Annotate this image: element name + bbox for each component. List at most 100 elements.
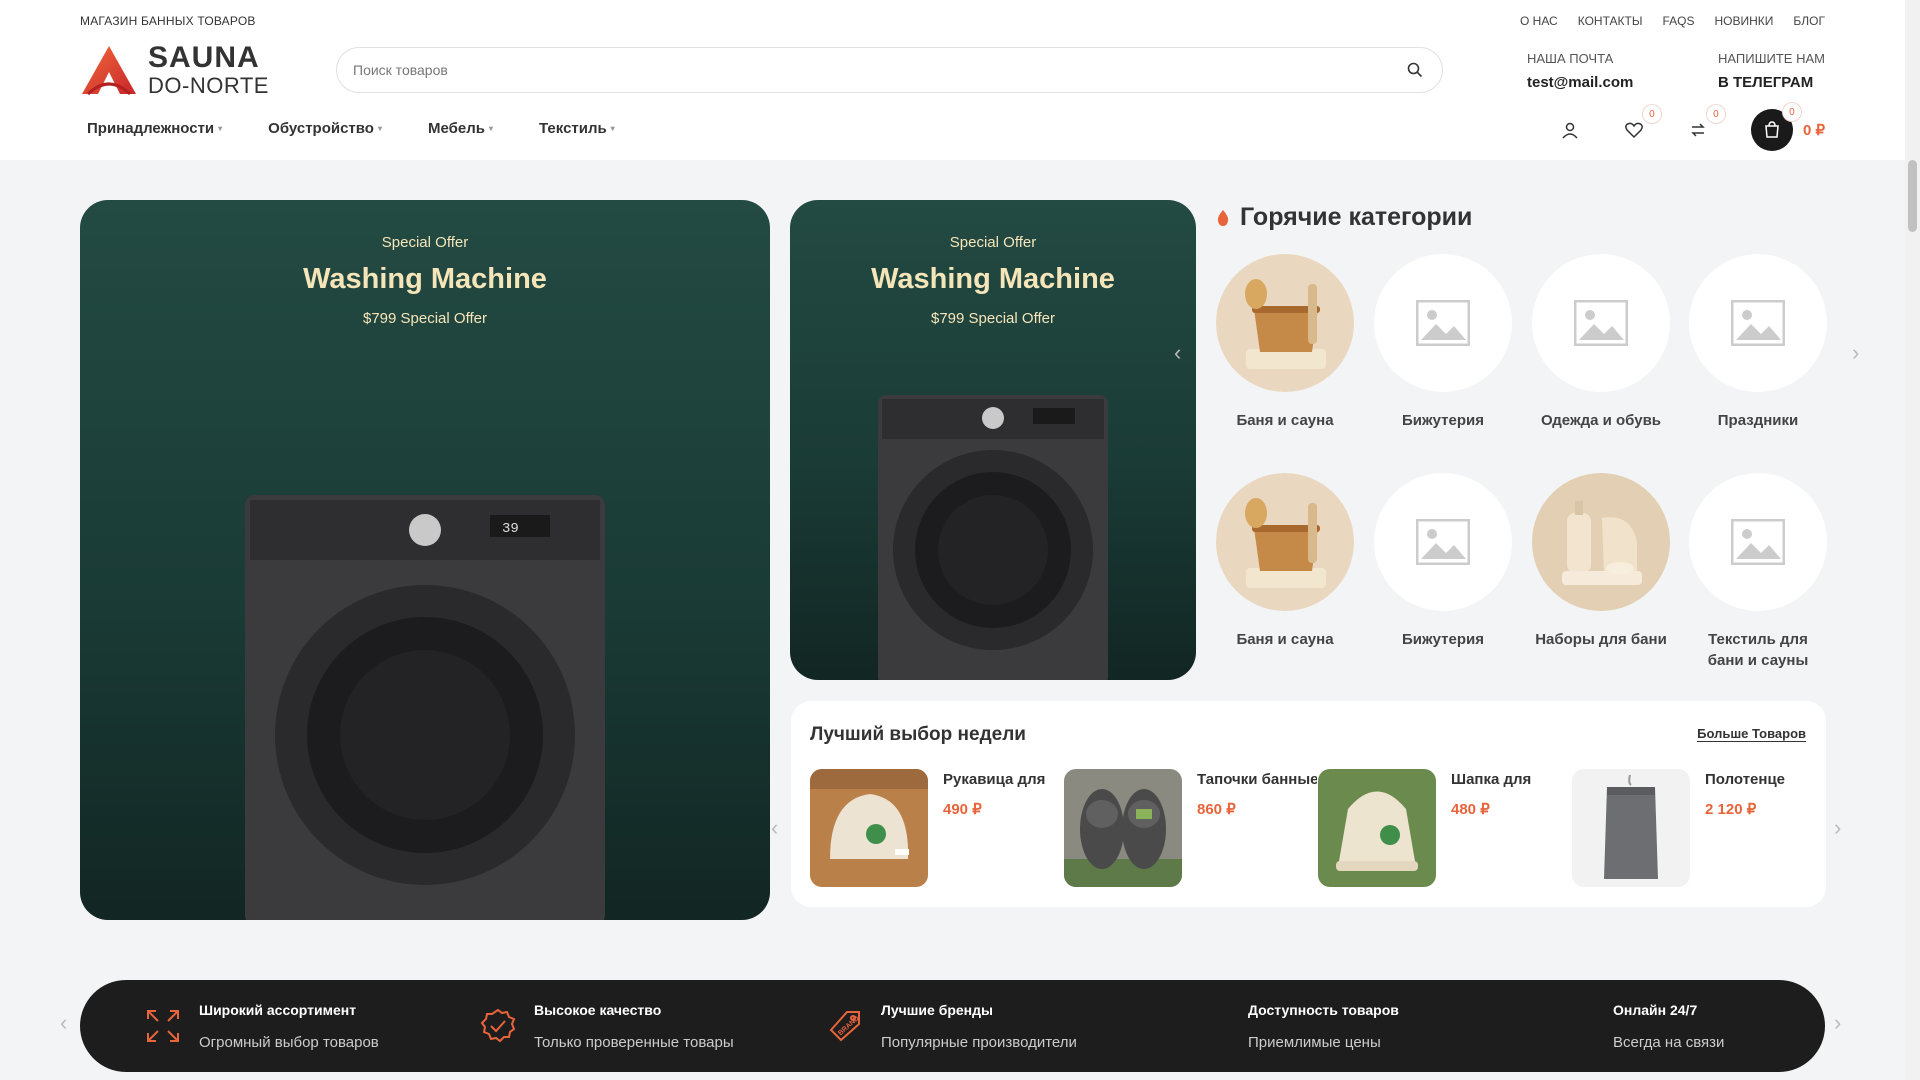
cart-total: 0 ₽ <box>1802 122 1825 139</box>
category-card[interactable]: Праздники <box>1689 254 1827 431</box>
contact-email-value[interactable]: test@mail.com <box>1527 74 1633 91</box>
category-label: Баня и сауна <box>1236 412 1334 429</box>
category-card[interactable]: Наборы для бани <box>1532 473 1670 650</box>
feature-title: Лучшие бренды <box>881 1002 993 1018</box>
category-card[interactable]: Бижутерия <box>1374 254 1512 431</box>
logo-text-donorte: DO-NORTE <box>148 73 269 98</box>
image-placeholder-icon <box>1374 473 1512 611</box>
contact-telegram-label: НАПИШИТЕ НАМ <box>1718 51 1825 66</box>
wishlist-icon[interactable]: 0 <box>1623 105 1661 141</box>
contact-telegram-value[interactable]: В ТЕЛЕГРАМ <box>1718 74 1825 91</box>
compare-icon[interactable]: 0 <box>1687 105 1725 141</box>
logo-icon <box>82 46 136 96</box>
top-link-new[interactable]: НОВИНКИ <box>1714 14 1773 28</box>
feature-desc: Огромный выбор товаров <box>199 1034 379 1051</box>
contact-telegram: НАПИШИТЕ НАМ В ТЕЛЕГРАМ <box>1718 51 1825 91</box>
site-logo[interactable]: SAUNA DO-NORTE <box>80 41 270 98</box>
main-nav: Принадлежности ▾ Обустройство ▾ Мебель ▾ Те… <box>87 120 615 137</box>
chevron-left-icon[interactable]: ‹ <box>60 1010 67 1036</box>
top-link-contacts[interactable]: КОНТАКТЫ <box>1578 14 1643 28</box>
user-icon[interactable] <box>1559 119 1581 141</box>
feature-title: Широкий ассортимент <box>199 1002 357 1018</box>
features-bar: Широкий ассортимент Огромный выбор товар… <box>80 980 1825 1072</box>
banner-subtitle: $799 Special Offer <box>931 310 1055 327</box>
category-image-bath-set <box>1532 473 1670 611</box>
product-card[interactable]: Тапочки банные 860 ₽ <box>1064 769 1317 887</box>
product-image-towel <box>1572 769 1690 887</box>
hot-categories-title: Горячие категории <box>1216 203 1472 232</box>
product-name[interactable]: Рукавица для <box>943 771 1063 788</box>
chevron-right-icon[interactable]: › <box>1834 1010 1841 1036</box>
washing-machine-image <box>878 395 1108 680</box>
chevron-left-icon[interactable]: ‹ <box>1174 340 1181 366</box>
search-input[interactable] <box>353 62 1404 78</box>
top-link-about[interactable]: О НАС <box>1520 14 1558 28</box>
store-tagline: МАГАЗИН БАННЫХ ТОВАРОВ <box>80 14 256 28</box>
nav-item-textile[interactable]: Текстиль ▾ <box>539 120 615 137</box>
category-label: Одежда и обувь <box>1540 412 1662 429</box>
category-card[interactable]: Бижутерия <box>1374 473 1512 650</box>
nav-item-equipment[interactable]: Обустройство ▾ <box>268 120 382 137</box>
logo-text-sauna: SAUNA <box>148 41 260 74</box>
top-link-blog[interactable]: БЛОГ <box>1793 14 1825 28</box>
feature-item: BRAND Лучшие бренды Популярные производи… <box>827 1002 1077 1051</box>
banner-subtitle: $799 Special Offer <box>363 310 487 327</box>
best-week-section: Лучший выбор недели Больше Товаров Рукав… <box>791 701 1826 907</box>
category-card[interactable]: Баня и сауна <box>1216 254 1354 431</box>
category-label: Наборы для бани <box>1535 631 1667 648</box>
banner-title: Washing Machine <box>871 263 1115 295</box>
category-label: Бижутерия <box>1402 631 1484 648</box>
product-image-sauna-hat <box>1318 769 1436 887</box>
product-name[interactable]: Шапка для <box>1451 771 1571 788</box>
chevron-right-icon[interactable]: › <box>1852 340 1859 366</box>
category-card[interactable]: Баня и сауна <box>1216 473 1354 650</box>
page-scrollbar[interactable] <box>1905 0 1920 1080</box>
feature-desc: Приемлимые цены <box>1248 1034 1381 1051</box>
category-card[interactable]: Текстиль для бани и сауны <box>1689 473 1827 671</box>
quality-badge-icon <box>480 1008 516 1043</box>
washing-machine-image: 39 <box>245 495 605 920</box>
banner-offer-label: Special Offer <box>381 234 469 251</box>
product-image-mitten <box>810 769 928 887</box>
feature-item: Доступность товаров Приемлимые цены <box>1248 1002 1399 1051</box>
chevron-down-icon: ▾ <box>377 124 382 133</box>
product-card[interactable]: Рукавица для 490 ₽ <box>810 769 1060 887</box>
product-image-slippers <box>1064 769 1182 887</box>
promo-banner-small[interactable]: Special Offer Washing Machine $799 Speci… <box>790 200 1196 680</box>
search-icon[interactable] <box>1404 59 1426 81</box>
product-name[interactable]: Тапочки банные <box>1197 771 1317 788</box>
scrollbar-thumb[interactable] <box>1908 160 1917 232</box>
top-link-faqs[interactable]: FAQS <box>1662 14 1694 28</box>
best-week-title: Лучший выбор недели <box>810 724 1026 745</box>
more-products-link[interactable]: Больше Товаров <box>1697 726 1806 742</box>
nav-item-furniture[interactable]: Мебель ▾ <box>428 120 493 137</box>
category-card[interactable]: Одежда и обувь <box>1532 254 1670 431</box>
chevron-right-icon[interactable]: › <box>1834 815 1841 841</box>
product-price: 2 120 ₽ <box>1705 801 1757 818</box>
image-placeholder-icon <box>1532 254 1670 392</box>
feature-title: Онлайн 24/7 <box>1613 1002 1698 1018</box>
chevron-down-icon: ▾ <box>218 124 223 133</box>
svg-text:39: 39 <box>502 521 519 537</box>
image-placeholder-icon <box>1374 254 1512 392</box>
product-name[interactable]: Полотенце <box>1705 771 1825 788</box>
product-price: 860 ₽ <box>1197 801 1236 818</box>
expand-arrows-icon <box>147 1010 179 1042</box>
category-label: Бижутерия <box>1402 412 1484 429</box>
product-price: 490 ₽ <box>943 801 982 818</box>
image-placeholder-icon <box>1689 473 1827 611</box>
product-card[interactable]: Шапка для 480 ₽ <box>1318 769 1568 887</box>
cart-icon[interactable]: 0 <box>1750 103 1801 151</box>
category-label: Праздники <box>1717 412 1799 429</box>
cart-count-badge: 0 <box>1782 103 1801 121</box>
nav-item-accessories[interactable]: Принадлежности ▾ <box>87 120 222 137</box>
search-bar <box>336 47 1443 93</box>
cart-button[interactable]: 0 0 ₽ <box>1750 103 1825 151</box>
chevron-left-icon[interactable]: ‹ <box>771 815 778 841</box>
promo-banner-large[interactable]: Special Offer Washing Machine $799 Speci… <box>80 200 770 920</box>
banner-offer-label: Special Offer <box>949 234 1037 251</box>
banner-title: Washing Machine <box>303 263 547 295</box>
feature-title: Высокое качество <box>534 1002 662 1018</box>
feature-desc: Только проверенные товары <box>534 1034 734 1051</box>
product-card[interactable]: Полотенце 2 120 ₽ <box>1572 769 1822 887</box>
